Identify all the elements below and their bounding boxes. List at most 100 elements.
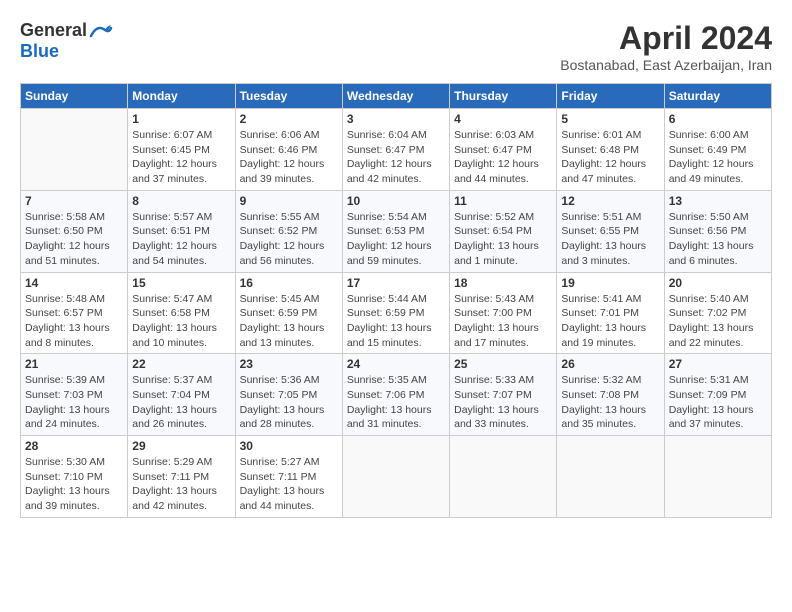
calendar-table: SundayMondayTuesdayWednesdayThursdayFrid… [20, 83, 772, 518]
day-info: Sunrise: 6:03 AM Sunset: 6:47 PM Dayligh… [454, 128, 552, 187]
day-info: Sunrise: 5:57 AM Sunset: 6:51 PM Dayligh… [132, 210, 230, 269]
calendar-cell: 27 Sunrise: 5:31 AM Sunset: 7:09 PM Dayli… [664, 354, 771, 436]
calendar-cell: 19 Sunrise: 5:41 AM Sunset: 7:01 PM Dayli… [557, 272, 664, 354]
location: Bostanabad, East Azerbaijan, Iran [560, 57, 772, 73]
day-info: Sunrise: 5:32 AM Sunset: 7:08 PM Dayligh… [561, 373, 659, 432]
day-number: 9 [240, 194, 338, 208]
calendar-cell: 26 Sunrise: 5:32 AM Sunset: 7:08 PM Dayli… [557, 354, 664, 436]
weekday-header: Thursday [450, 84, 557, 109]
day-number: 26 [561, 357, 659, 371]
day-number: 21 [25, 357, 123, 371]
day-number: 16 [240, 276, 338, 290]
day-number: 12 [561, 194, 659, 208]
day-info: Sunrise: 5:36 AM Sunset: 7:05 PM Dayligh… [240, 373, 338, 432]
day-number: 2 [240, 112, 338, 126]
weekday-header: Tuesday [235, 84, 342, 109]
calendar-cell: 6 Sunrise: 6:00 AM Sunset: 6:49 PM Daylig… [664, 109, 771, 191]
day-info: Sunrise: 5:43 AM Sunset: 7:00 PM Dayligh… [454, 292, 552, 351]
day-number: 17 [347, 276, 445, 290]
title-section: April 2024 Bostanabad, East Azerbaijan, … [560, 20, 772, 73]
weekday-header: Friday [557, 84, 664, 109]
day-number: 3 [347, 112, 445, 126]
calendar-cell: 24 Sunrise: 5:35 AM Sunset: 7:06 PM Dayli… [342, 354, 449, 436]
calendar-cell: 18 Sunrise: 5:43 AM Sunset: 7:00 PM Dayli… [450, 272, 557, 354]
day-info: Sunrise: 5:27 AM Sunset: 7:11 PM Dayligh… [240, 455, 338, 514]
day-info: Sunrise: 5:40 AM Sunset: 7:02 PM Dayligh… [669, 292, 767, 351]
day-info: Sunrise: 5:54 AM Sunset: 6:53 PM Dayligh… [347, 210, 445, 269]
day-info: Sunrise: 5:33 AM Sunset: 7:07 PM Dayligh… [454, 373, 552, 432]
day-number: 20 [669, 276, 767, 290]
day-number: 11 [454, 194, 552, 208]
day-number: 1 [132, 112, 230, 126]
calendar-cell: 12 Sunrise: 5:51 AM Sunset: 6:55 PM Dayli… [557, 190, 664, 272]
calendar-cell: 29Sunrise: 5:29 AM Sunset: 7:11 PM Dayli… [128, 436, 235, 518]
month-title: April 2024 [560, 20, 772, 57]
day-info: Sunrise: 6:01 AM Sunset: 6:48 PM Dayligh… [561, 128, 659, 187]
day-number: 23 [240, 357, 338, 371]
day-info: Sunrise: 6:07 AM Sunset: 6:45 PM Dayligh… [132, 128, 230, 187]
day-number: 19 [561, 276, 659, 290]
day-info: Sunrise: 5:52 AM Sunset: 6:54 PM Dayligh… [454, 210, 552, 269]
calendar-cell: 11 Sunrise: 5:52 AM Sunset: 6:54 PM Dayli… [450, 190, 557, 272]
day-info: Sunrise: 5:30 AM Sunset: 7:10 PM Dayligh… [25, 455, 123, 514]
weekday-header: Wednesday [342, 84, 449, 109]
day-number: 24 [347, 357, 445, 371]
calendar-cell [664, 436, 771, 518]
day-info: Sunrise: 6:04 AM Sunset: 6:47 PM Dayligh… [347, 128, 445, 187]
calendar-cell [342, 436, 449, 518]
calendar-cell: 10 Sunrise: 5:54 AM Sunset: 6:53 PM Dayli… [342, 190, 449, 272]
day-info: Sunrise: 5:55 AM Sunset: 6:52 PM Dayligh… [240, 210, 338, 269]
page-header: General Blue April 2024 Bostanabad, East… [20, 20, 772, 73]
day-info: Sunrise: 5:39 AM Sunset: 7:03 PM Dayligh… [25, 373, 123, 432]
day-info: Sunrise: 5:48 AM Sunset: 6:57 PM Dayligh… [25, 292, 123, 351]
calendar-cell: 9 Sunrise: 5:55 AM Sunset: 6:52 PM Daylig… [235, 190, 342, 272]
day-number: 27 [669, 357, 767, 371]
day-info: Sunrise: 5:31 AM Sunset: 7:09 PM Dayligh… [669, 373, 767, 432]
day-number: 8 [132, 194, 230, 208]
calendar-cell: 17 Sunrise: 5:44 AM Sunset: 6:59 PM Dayli… [342, 272, 449, 354]
day-number: 25 [454, 357, 552, 371]
day-info: Sunrise: 5:44 AM Sunset: 6:59 PM Dayligh… [347, 292, 445, 351]
weekday-header: Saturday [664, 84, 771, 109]
logo-general: General [20, 20, 87, 41]
logo: General Blue [20, 20, 113, 62]
calendar-cell: 21 Sunrise: 5:39 AM Sunset: 7:03 PM Dayli… [21, 354, 128, 436]
calendar-cell [450, 436, 557, 518]
day-info: Sunrise: 6:00 AM Sunset: 6:49 PM Dayligh… [669, 128, 767, 187]
calendar-cell [21, 109, 128, 191]
day-info: Sunrise: 5:45 AM Sunset: 6:59 PM Dayligh… [240, 292, 338, 351]
day-info: Sunrise: 5:41 AM Sunset: 7:01 PM Dayligh… [561, 292, 659, 351]
logo-bird-icon [89, 22, 113, 40]
calendar-cell: 13 Sunrise: 5:50 AM Sunset: 6:56 PM Dayli… [664, 190, 771, 272]
day-number: 10 [347, 194, 445, 208]
day-number: 14 [25, 276, 123, 290]
day-info: Sunrise: 5:47 AM Sunset: 6:58 PM Dayligh… [132, 292, 230, 351]
day-number: 6 [669, 112, 767, 126]
day-info: Sunrise: 5:35 AM Sunset: 7:06 PM Dayligh… [347, 373, 445, 432]
calendar-cell: 23 Sunrise: 5:36 AM Sunset: 7:05 PM Dayli… [235, 354, 342, 436]
day-number: 4 [454, 112, 552, 126]
day-info: Sunrise: 5:37 AM Sunset: 7:04 PM Dayligh… [132, 373, 230, 432]
day-number: 15 [132, 276, 230, 290]
day-number: 18 [454, 276, 552, 290]
day-number: 7 [25, 194, 123, 208]
calendar-cell: 5Sunrise: 6:01 AM Sunset: 6:48 PM Daylig… [557, 109, 664, 191]
day-info: Sunrise: 5:29 AM Sunset: 7:11 PM Dayligh… [132, 455, 230, 514]
logo-blue: Blue [20, 41, 59, 62]
calendar-cell: 20 Sunrise: 5:40 AM Sunset: 7:02 PM Dayli… [664, 272, 771, 354]
day-number: 13 [669, 194, 767, 208]
calendar-cell: 8 Sunrise: 5:57 AM Sunset: 6:51 PM Daylig… [128, 190, 235, 272]
calendar-cell: 1 Sunrise: 6:07 AM Sunset: 6:45 PM Daylig… [128, 109, 235, 191]
day-number: 22 [132, 357, 230, 371]
calendar-cell: 7Sunrise: 5:58 AM Sunset: 6:50 PM Daylig… [21, 190, 128, 272]
calendar-cell: 3 Sunrise: 6:04 AM Sunset: 6:47 PM Daylig… [342, 109, 449, 191]
calendar-week-row: 7Sunrise: 5:58 AM Sunset: 6:50 PM Daylig… [21, 190, 772, 272]
day-info: Sunrise: 5:51 AM Sunset: 6:55 PM Dayligh… [561, 210, 659, 269]
day-number: 28 [25, 439, 123, 453]
calendar-cell: 2Sunrise: 6:06 AM Sunset: 6:46 PM Daylig… [235, 109, 342, 191]
day-info: Sunrise: 5:50 AM Sunset: 6:56 PM Dayligh… [669, 210, 767, 269]
calendar-cell: 4 Sunrise: 6:03 AM Sunset: 6:47 PM Daylig… [450, 109, 557, 191]
weekday-header: Monday [128, 84, 235, 109]
calendar-cell: 14 Sunrise: 5:48 AM Sunset: 6:57 PM Dayli… [21, 272, 128, 354]
weekday-header-row: SundayMondayTuesdayWednesdayThursdayFrid… [21, 84, 772, 109]
